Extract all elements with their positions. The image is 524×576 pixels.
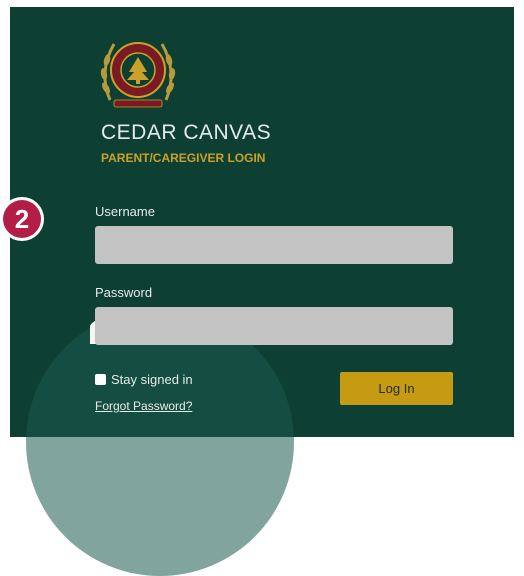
username-input[interactable] [95,226,453,264]
password-input[interactable] [95,307,453,345]
cedar-college-crest-icon [100,42,176,108]
stay-signed-in-row[interactable]: Stay signed in [95,372,193,387]
right-edge-strip [514,0,524,437]
login-subtitle: PARENT/CAREGIVER LOGIN [101,151,266,165]
focus-circle-overlay [26,308,294,576]
username-label: Username [95,204,155,219]
step-badge: 2 [0,197,44,241]
password-label: Password [95,285,153,300]
stay-signed-in-label: Stay signed in [111,372,193,387]
forgot-password-link[interactable]: Forgot Password? [95,399,192,413]
app-title: CEDAR CANVAS [101,121,272,144]
step-badge-number: 2 [3,200,41,238]
login-button[interactable]: Log In [340,372,453,405]
stay-signed-in-checkbox[interactable] [95,374,106,385]
